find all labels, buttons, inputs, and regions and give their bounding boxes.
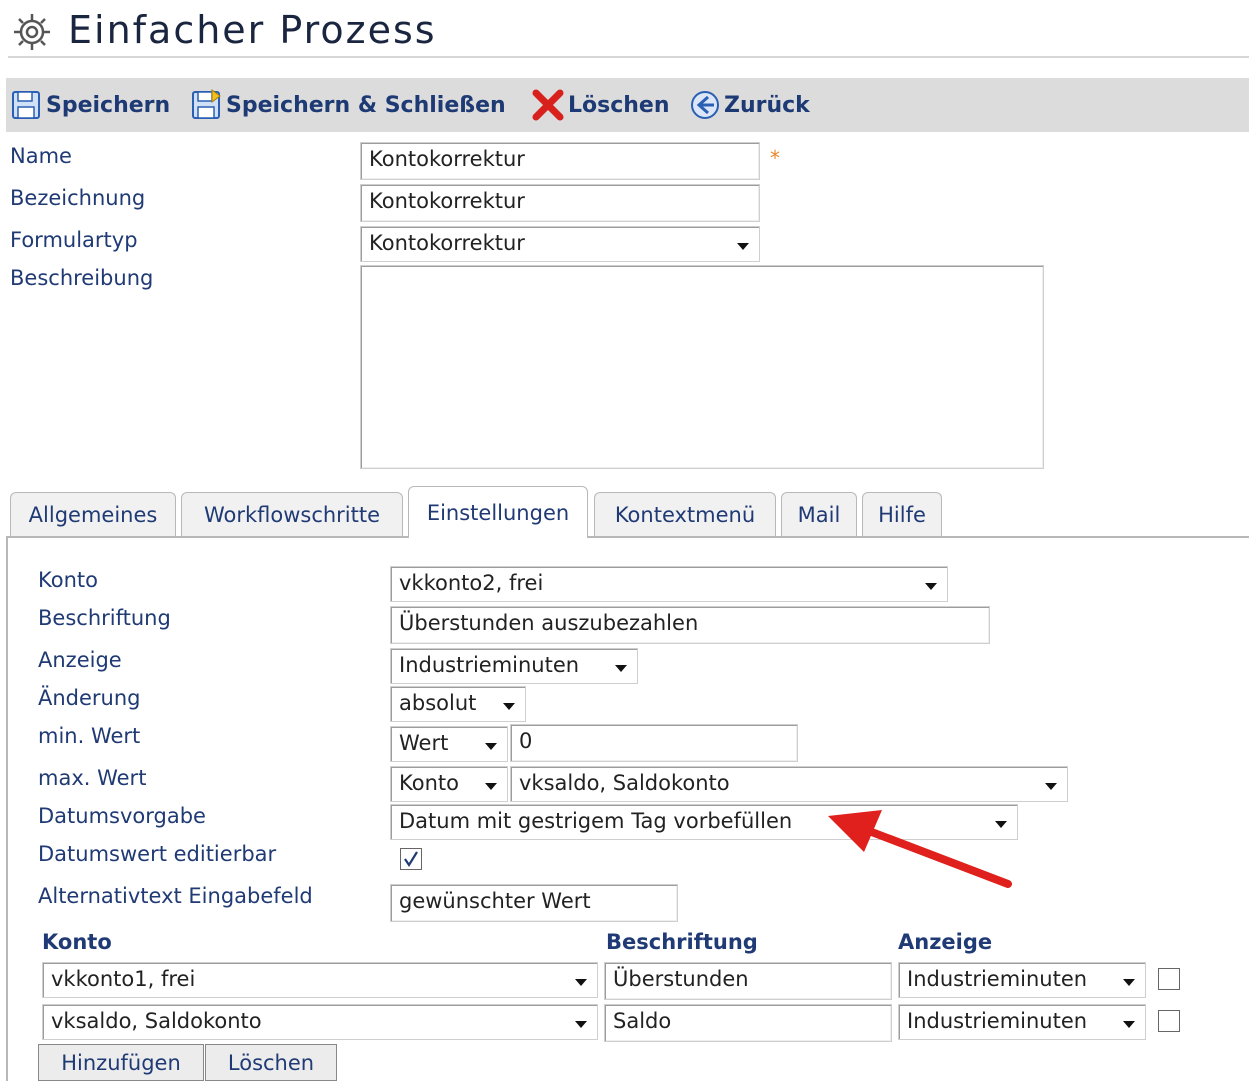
- dropdown-caret-icon: [485, 743, 497, 750]
- tab-kontextmenue[interactable]: Kontextmenü: [594, 492, 776, 536]
- alternativtext-input[interactable]: gewünschter Wert: [390, 884, 678, 922]
- table-row-checkbox[interactable]: [1158, 1010, 1180, 1032]
- tab-allgemeines[interactable]: Allgemeines: [10, 492, 176, 536]
- dropdown-caret-icon: [1123, 979, 1135, 986]
- max-type-select[interactable]: Konto: [390, 766, 508, 802]
- name-label: Name: [10, 144, 72, 168]
- formulartyp-select[interactable]: Kontokorrektur: [360, 226, 760, 262]
- dropdown-caret-icon: [925, 583, 937, 590]
- max-wert-label: max. Wert: [38, 766, 147, 790]
- tab-einstellungen[interactable]: Einstellungen: [408, 486, 588, 538]
- back-icon: [691, 91, 719, 119]
- table-row-checkbox[interactable]: [1158, 968, 1180, 990]
- dropdown-caret-icon: [1123, 1021, 1135, 1028]
- table-row-konto-select[interactable]: vksaldo, Saldokonto: [42, 1004, 598, 1040]
- min-value-input[interactable]: 0: [510, 724, 798, 762]
- aenderung-select[interactable]: absolut: [390, 686, 526, 722]
- save-close-button[interactable]: Speichern & Schließen: [190, 88, 506, 122]
- beschreibung-textarea[interactable]: [360, 265, 1044, 469]
- formulartyp-label: Formulartyp: [10, 228, 138, 252]
- bezeichnung-label: Bezeichnung: [10, 186, 146, 210]
- max-konto-select[interactable]: vksaldo, Saldokonto: [510, 766, 1068, 802]
- table-header-konto: Konto: [42, 930, 112, 954]
- name-input[interactable]: Kontokorrektur: [360, 142, 760, 180]
- table-row-beschriftung-input[interactable]: Saldo: [604, 1004, 892, 1042]
- tab-hilfe[interactable]: Hilfe: [862, 492, 942, 536]
- dropdown-caret-icon: [1045, 783, 1057, 790]
- tab-workflowschritte[interactable]: Workflowschritte: [181, 492, 403, 536]
- bezeichnung-input[interactable]: Kontokorrektur: [360, 184, 760, 222]
- delete-button[interactable]: Löschen: [530, 88, 670, 122]
- beschriftung-label: Beschriftung: [38, 606, 171, 630]
- datumsvorgabe-label: Datumsvorgabe: [38, 804, 206, 828]
- table-row-anzeige-select[interactable]: Industrieminuten: [898, 962, 1146, 998]
- table-row-beschriftung-input[interactable]: Überstunden: [604, 962, 892, 1000]
- dropdown-caret-icon: [737, 243, 749, 250]
- save-close-icon: [192, 89, 221, 119]
- dropdown-caret-icon: [575, 1021, 587, 1028]
- table-row-anzeige-select[interactable]: Industrieminuten: [898, 1004, 1146, 1040]
- save-button[interactable]: Speichern: [10, 88, 170, 122]
- title-divider: [8, 56, 1249, 58]
- table-header-beschriftung: Beschriftung: [606, 930, 758, 954]
- min-wert-label: min. Wert: [38, 724, 141, 748]
- back-button[interactable]: Zurück: [688, 88, 810, 122]
- datumswert-label: Datumswert editierbar: [38, 842, 277, 866]
- dropdown-caret-icon: [503, 703, 515, 710]
- checkbox-check-icon: [404, 851, 418, 868]
- tab-panel-left-border: [6, 536, 8, 1081]
- annotation-arrow: [828, 810, 1012, 888]
- page-title: Einfacher Prozess: [68, 8, 437, 52]
- dropdown-caret-icon: [485, 783, 497, 790]
- table-row-konto-select[interactable]: vkkonto1, frei: [42, 962, 598, 998]
- delete-row-button[interactable]: Löschen: [205, 1044, 337, 1081]
- beschreibung-label: Beschreibung: [10, 266, 154, 290]
- add-row-button[interactable]: Hinzufügen: [38, 1044, 204, 1081]
- tab-mail[interactable]: Mail: [781, 492, 857, 536]
- konto-select[interactable]: vkkonto2, frei: [390, 566, 948, 602]
- table-header-anzeige: Anzeige: [898, 930, 993, 954]
- anzeige-select[interactable]: Industrieminuten: [390, 648, 638, 684]
- save-icon: [12, 91, 40, 119]
- aenderung-label: Änderung: [38, 686, 141, 710]
- konto-label: Konto: [38, 568, 98, 592]
- delete-icon: [532, 89, 564, 121]
- anzeige-label: Anzeige: [38, 648, 122, 672]
- tab-panel-border: [6, 536, 1249, 538]
- min-type-select[interactable]: Wert: [390, 726, 508, 762]
- beschriftung-input[interactable]: Überstunden auszubezahlen: [390, 606, 990, 644]
- dropdown-caret-icon: [615, 665, 627, 672]
- required-marker: *: [770, 146, 780, 170]
- alternativtext-label: Alternativtext Eingabefeld: [38, 884, 313, 908]
- datumswert-checkbox[interactable]: [400, 848, 422, 870]
- gear-icon: [8, 10, 56, 54]
- dropdown-caret-icon: [575, 979, 587, 986]
